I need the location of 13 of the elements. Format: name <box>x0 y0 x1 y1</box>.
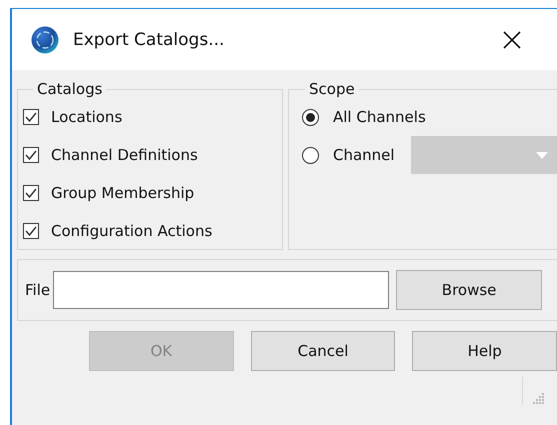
dialog-button[interactable]: Help <box>412 331 557 371</box>
dialog-button[interactable]: Cancel <box>250 331 396 371</box>
checkbox-label: Channel Definitions <box>51 146 198 164</box>
window-title: Export Catalogs... <box>73 30 224 50</box>
checkbox-label: Configuration Actions <box>51 222 212 240</box>
checkbox-label: Locations <box>51 108 122 126</box>
file-label: File <box>25 281 50 299</box>
radio-label: All Channels <box>333 108 426 126</box>
group-title: Scope <box>308 80 356 98</box>
radio-label: Channel <box>333 146 395 164</box>
group-title: Catalogs <box>36 80 104 98</box>
browse-button[interactable]: Browse <box>396 270 542 310</box>
checkbox-label: Group Membership <box>51 184 194 202</box>
